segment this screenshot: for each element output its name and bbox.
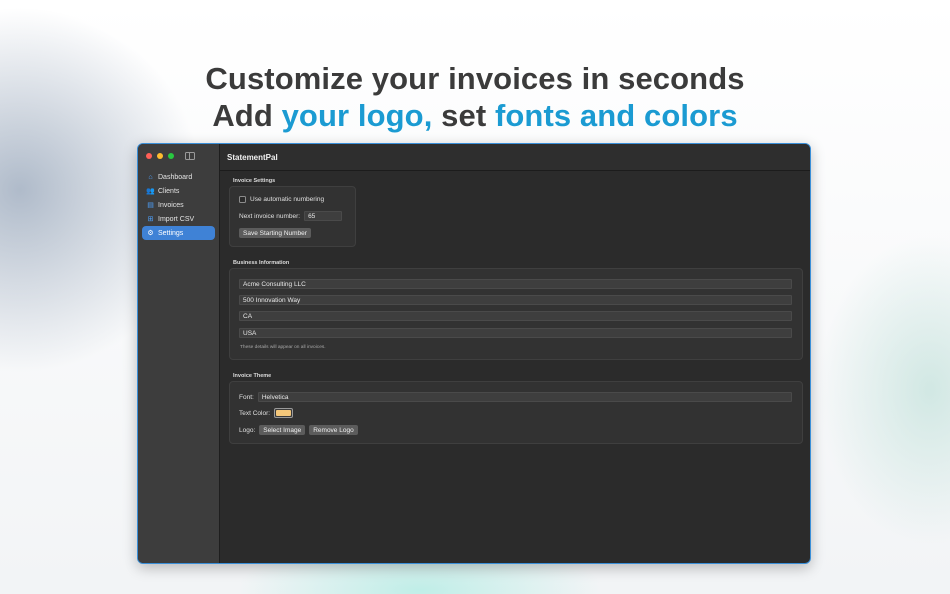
- font-row: Font: Helvetica: [239, 392, 792, 402]
- logo-label: Logo:: [239, 426, 256, 434]
- text-color-label: Text Color:: [239, 409, 271, 417]
- headline-prefix: Add: [212, 98, 282, 133]
- sidebar-item-label: Clients: [158, 187, 180, 195]
- logo-row: Logo: Select Image Remove Logo: [239, 425, 358, 435]
- save-starting-number-button[interactable]: Save Starting Number: [239, 228, 311, 238]
- text-color-row: Text Color:: [239, 408, 294, 418]
- text-color-swatch: [276, 410, 292, 416]
- business-info-note: These details will appear on all invoice…: [240, 345, 326, 350]
- sidebar-item-settings[interactable]: ⚙ Settings: [142, 226, 215, 240]
- business-name-field[interactable]: Acme Consulting LLC: [239, 279, 792, 289]
- headline-mid: set: [432, 98, 495, 133]
- business-info-title: Business Information: [233, 260, 290, 266]
- house-icon: ⌂: [148, 173, 153, 181]
- window-title: StatementPal: [220, 144, 810, 171]
- sidebar-nav: ⌂ Dashboard 👥 Clients ▤ Invoices ⊞ Impor…: [142, 170, 215, 240]
- sidebar-item-label: Dashboard: [158, 173, 193, 181]
- save-row: Save Starting Number: [239, 228, 311, 238]
- font-field[interactable]: Helvetica: [257, 392, 792, 402]
- minimize-window-button[interactable]: [157, 153, 163, 159]
- invoice-settings-group: Use automatic numbering Next invoice num…: [229, 186, 356, 247]
- remove-logo-button[interactable]: Remove Logo: [309, 425, 358, 435]
- auto-numbering-checkbox[interactable]: [239, 196, 246, 203]
- people-icon: 👥: [146, 188, 155, 195]
- app-window: ⌂ Dashboard 👥 Clients ▤ Invoices ⊞ Impor…: [137, 143, 811, 564]
- invoice-theme-title: Invoice Theme: [233, 373, 272, 379]
- business-address-field[interactable]: 500 Innovation Way: [239, 295, 792, 305]
- select-image-button[interactable]: Select Image: [259, 425, 306, 435]
- sidebar-item-clients[interactable]: 👥 Clients: [142, 184, 215, 198]
- invoice-settings-title: Invoice Settings: [233, 178, 276, 184]
- zoom-window-button[interactable]: [168, 153, 174, 159]
- headline-line-1: Customize your invoices in seconds: [205, 61, 745, 96]
- sidebar-toggle-icon[interactable]: [185, 152, 195, 160]
- next-number-label: Next invoice number:: [239, 212, 301, 220]
- window-controls: [146, 153, 174, 159]
- business-info-group: Acme Consulting LLC 500 Innovation Way C…: [229, 268, 803, 360]
- marketing-headline: Customize your invoices in seconds Add y…: [0, 60, 950, 134]
- text-color-well[interactable]: [274, 408, 294, 418]
- close-window-button[interactable]: [146, 153, 152, 159]
- business-country-field[interactable]: USA: [239, 328, 792, 338]
- gear-icon: ⚙: [147, 230, 154, 237]
- sidebar-item-dashboard[interactable]: ⌂ Dashboard: [142, 170, 215, 184]
- tray-icon: ⊞: [147, 216, 154, 223]
- main-content: StatementPal Invoice Settings Use automa…: [220, 144, 810, 563]
- document-icon: ▤: [147, 202, 154, 209]
- sidebar-item-import-csv[interactable]: ⊞ Import CSV: [142, 212, 215, 226]
- sidebar-item-label: Invoices: [158, 201, 184, 209]
- auto-numbering-row: Use automatic numbering: [239, 196, 324, 203]
- next-number-row: Next invoice number: 65: [239, 211, 343, 221]
- business-state-field[interactable]: CA: [239, 311, 792, 321]
- invoice-theme-group: Font: Helvetica Text Color: Logo: Select…: [229, 381, 803, 444]
- headline-fonts-highlight: fonts and colors: [494, 98, 738, 133]
- font-label: Font:: [239, 393, 254, 401]
- sidebar: ⌂ Dashboard 👥 Clients ▤ Invoices ⊞ Impor…: [138, 144, 220, 563]
- sidebar-item-invoices[interactable]: ▤ Invoices: [142, 198, 215, 212]
- headline-line-2: Add your logo, set fonts and colors: [0, 97, 950, 134]
- next-number-input[interactable]: 65: [304, 211, 343, 221]
- auto-numbering-label: Use automatic numbering: [250, 196, 325, 203]
- headline-logo-highlight: your logo,: [281, 98, 433, 133]
- sidebar-item-label: Settings: [158, 229, 184, 237]
- sidebar-item-label: Import CSV: [158, 215, 195, 223]
